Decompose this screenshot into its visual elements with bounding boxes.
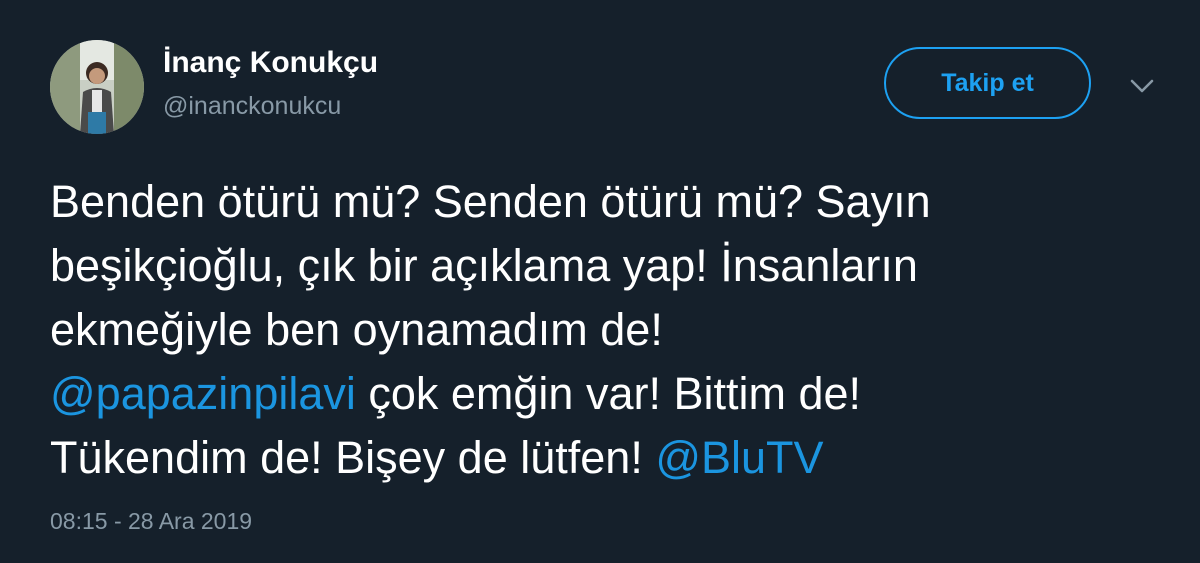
chevron-down-icon	[1130, 79, 1154, 93]
tweet-timestamp[interactable]: 08:15 - 28 Ara 2019	[50, 508, 252, 535]
display-name[interactable]: İnanç Konukçu	[163, 46, 378, 80]
author-avatar[interactable]	[50, 40, 144, 134]
tweet-line: Benden ötürü mü? Senden ötürü mü? Sayın	[50, 176, 931, 227]
follow-button[interactable]: Takip et	[884, 47, 1091, 119]
mention-link[interactable]: @BluTV	[655, 432, 823, 483]
mention-link[interactable]: @papazinpilavi	[50, 368, 356, 419]
tweet-text-segment: çok emğin var! Bittim de!	[355, 368, 862, 419]
avatar-photo	[50, 40, 144, 134]
tweet-line: beşikçioğlu, çık bir açıklama yap! İnsan…	[50, 240, 918, 291]
tweet-line: ekmeğiyle ben oynamadım de!	[50, 304, 663, 355]
tweet-line: Tükendim de! Bişey de lütfen! @BluTV	[50, 426, 1160, 490]
user-handle[interactable]: @inanckonukcu	[163, 92, 341, 121]
tweet-text-segment: Tükendim de! Bişey de lütfen!	[50, 432, 656, 483]
tweet-line: @papazinpilavi çok emğin var! Bittim de!	[50, 362, 1160, 426]
more-options-button[interactable]	[1128, 76, 1156, 96]
tweet-text: Benden ötürü mü? Senden ötürü mü? Sayın …	[50, 170, 1160, 490]
